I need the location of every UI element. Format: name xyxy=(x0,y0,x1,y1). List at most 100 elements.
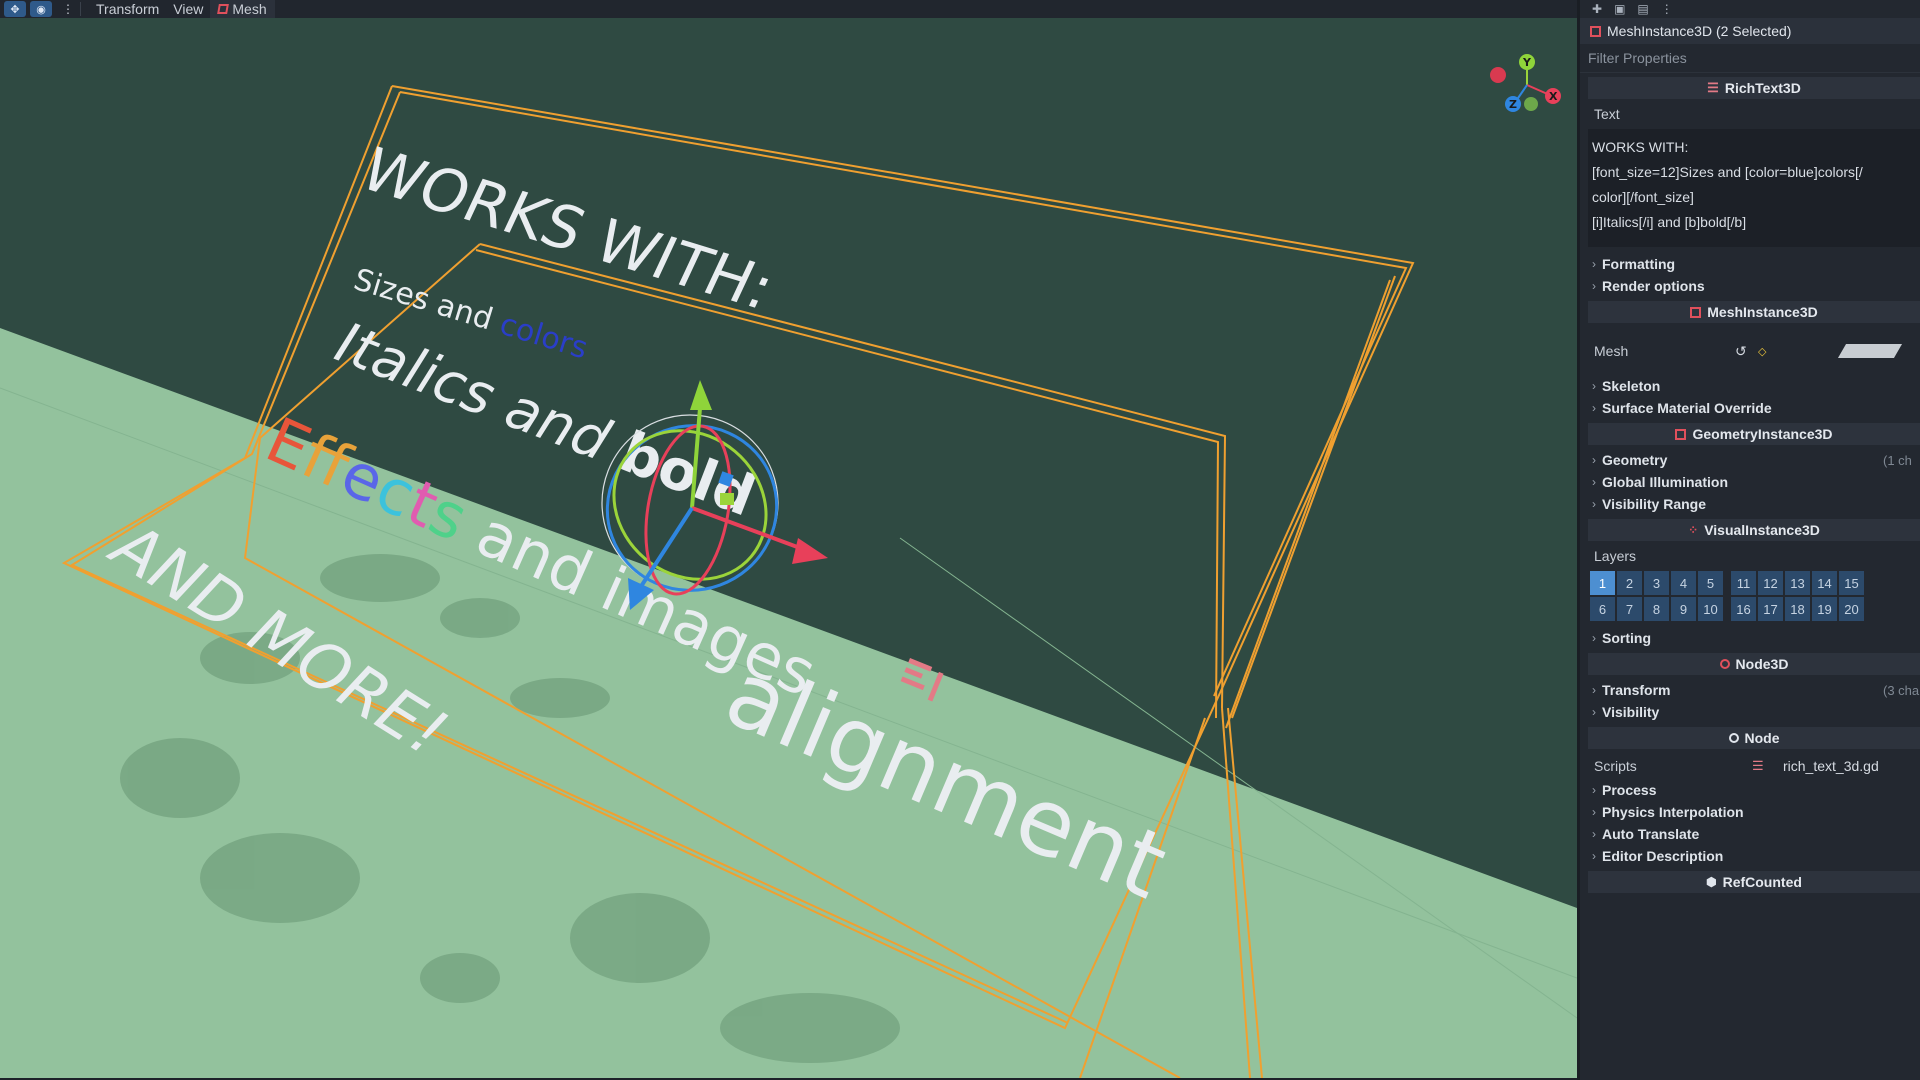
more-options-icon[interactable]: ⋮ xyxy=(62,2,74,16)
chevron-right-icon: › xyxy=(1592,379,1596,393)
layer-toggle[interactable]: 12 xyxy=(1758,571,1783,595)
category-transform[interactable]: › Transform (3 cha xyxy=(1580,679,1920,701)
view-menu[interactable]: View xyxy=(166,0,210,18)
layer-toggle[interactable]: 13 xyxy=(1785,571,1810,595)
new-resource-icon[interactable]: ✚ xyxy=(1592,2,1602,16)
layer-toggle[interactable]: 6 xyxy=(1590,597,1615,621)
z-axis-label: Z xyxy=(1509,98,1517,111)
viewport-toolbar: ✥ ◉ ⋮ Transform View Mesh xyxy=(0,0,1577,18)
layers-spacer xyxy=(1725,571,1729,595)
layer-toggle[interactable]: 3 xyxy=(1644,571,1669,595)
load-resource-icon[interactable]: ▣ xyxy=(1614,2,1625,16)
text-line: [i]Italics[/i] and [b]bold[/b] xyxy=(1592,214,1747,230)
chevron-right-icon: › xyxy=(1592,827,1596,841)
chevron-right-icon: › xyxy=(1592,631,1596,645)
section-refcounted: ⬢ RefCounted xyxy=(1588,871,1920,893)
category-geometry[interactable]: › Geometry (1 ch xyxy=(1580,449,1920,471)
scripts-property: Scripts ☰ rich_text_3d.gd xyxy=(1594,758,1879,774)
category-process[interactable]: › Process xyxy=(1580,779,1920,801)
layer-toggle[interactable]: 17 xyxy=(1758,597,1783,621)
filter-placeholder: Filter Properties xyxy=(1588,50,1687,66)
meshinstance-icon xyxy=(1690,306,1702,318)
richtext-icon: ☰ xyxy=(1707,80,1719,95)
category-global-illumination[interactable]: › Global Illumination xyxy=(1580,471,1920,493)
category-skeleton[interactable]: › Skeleton xyxy=(1580,375,1920,397)
geometryinstance-icon xyxy=(1675,428,1687,440)
transform-changes-note: (3 cha xyxy=(1883,682,1920,698)
refcounted-icon: ⬢ xyxy=(1706,875,1717,889)
category-formatting[interactable]: › Formatting xyxy=(1580,253,1920,275)
text-line: [font_size=12]Sizes and [color=blue]colo… xyxy=(1592,164,1863,180)
chevron-right-icon: › xyxy=(1592,805,1596,819)
chevron-right-icon: › xyxy=(1592,849,1596,863)
local-space-button[interactable]: ◉ xyxy=(30,1,52,17)
inspector-title: MeshInstance3D (2 Selected) xyxy=(1607,23,1792,39)
chevron-right-icon: › xyxy=(1592,257,1596,271)
layer-toggle[interactable]: 2 xyxy=(1617,571,1642,595)
category-auto-translate[interactable]: › Auto Translate xyxy=(1580,823,1920,845)
chevron-right-icon: › xyxy=(1592,497,1596,511)
text-line: color][/font_size] xyxy=(1592,189,1694,205)
visualinstance-icon: ⁘ xyxy=(1688,523,1699,537)
inspector-options-icon[interactable]: ⋮ xyxy=(1661,2,1673,16)
layer-toggle[interactable]: 15 xyxy=(1839,571,1864,595)
section-richtext3d: ☰ RichText3D xyxy=(1588,77,1920,99)
category-sorting[interactable]: › Sorting xyxy=(1580,627,1920,649)
text-property-label: Text xyxy=(1594,106,1620,122)
text-property-editor[interactable]: WORKS WITH: [font_size=12]Sizes and [col… xyxy=(1588,129,1920,247)
inspector-toolbar: ✚ ▣ ▤ ⋮ xyxy=(1580,0,1920,18)
chevron-right-icon: › xyxy=(1592,279,1596,293)
section-visualinstance3d: ⁘ VisualInstance3D xyxy=(1588,519,1920,541)
orientation-gizmo[interactable]: Y X Z xyxy=(1490,54,1561,112)
mesh-icon xyxy=(217,4,230,14)
chevron-right-icon: › xyxy=(1592,401,1596,415)
3d-viewport[interactable]: WORKS WITH: Sizes and colors Italics and… xyxy=(0,18,1577,1078)
layers-property-label: Layers xyxy=(1594,548,1637,564)
meshinstance-icon xyxy=(1590,25,1601,37)
layer-toggle[interactable]: 20 xyxy=(1839,597,1864,621)
node-icon xyxy=(1728,733,1739,743)
inspector-object-header[interactable]: MeshInstance3D (2 Selected) xyxy=(1580,18,1920,44)
section-geometryinstance3d: GeometryInstance3D xyxy=(1588,423,1920,445)
category-visibility[interactable]: › Visibility xyxy=(1580,701,1920,723)
viewport-scene: WORKS WITH: Sizes and colors Italics and… xyxy=(0,54,1577,1078)
chevron-right-icon: › xyxy=(1592,783,1596,797)
section-node: Node xyxy=(1588,727,1920,749)
layer-toggle[interactable]: 19 xyxy=(1812,597,1837,621)
layer-toggle[interactable]: 8 xyxy=(1644,597,1669,621)
category-visibility-range[interactable]: › Visibility Range xyxy=(1580,493,1920,515)
category-editor-description[interactable]: › Editor Description xyxy=(1580,845,1920,867)
mesh-resource-menu-icon[interactable]: ◇ xyxy=(1758,345,1766,358)
layer-toggle[interactable]: 11 xyxy=(1731,571,1756,595)
move-tool-button[interactable]: ✥ xyxy=(4,1,26,17)
filter-properties-input[interactable]: Filter Properties xyxy=(1580,44,1920,73)
category-render-options[interactable]: › Render options xyxy=(1580,275,1920,297)
chevron-right-icon: › xyxy=(1592,475,1596,489)
mesh-property: Mesh ↺ ◇ xyxy=(1580,327,1920,375)
y-axis-label: Y xyxy=(1522,56,1532,69)
section-node3d: Node3D xyxy=(1588,653,1920,675)
chevron-right-icon: › xyxy=(1592,453,1596,467)
revert-icon[interactable]: ↺ xyxy=(1735,343,1747,360)
section-meshinstance3d: MeshInstance3D xyxy=(1588,301,1920,323)
transform-menu[interactable]: Transform xyxy=(89,0,166,18)
layer-toggle[interactable]: 7 xyxy=(1617,597,1642,621)
layer-toggle[interactable]: 1 xyxy=(1590,571,1615,595)
layers-grid: 1 2 3 4 5 11 12 13 14 15 6 7 8 9 10 16 1… xyxy=(1590,571,1920,621)
mesh-menu[interactable]: Mesh xyxy=(210,0,275,18)
layer-toggle[interactable]: 5 xyxy=(1698,571,1723,595)
save-resource-icon[interactable]: ▤ xyxy=(1637,2,1648,16)
layer-toggle[interactable]: 9 xyxy=(1671,597,1696,621)
layer-toggle[interactable]: 18 xyxy=(1785,597,1810,621)
chevron-right-icon: › xyxy=(1592,683,1596,697)
mesh-preview[interactable] xyxy=(1837,344,1903,358)
layer-toggle[interactable]: 10 xyxy=(1698,597,1723,621)
layer-toggle[interactable]: 14 xyxy=(1812,571,1837,595)
category-physics-interpolation[interactable]: › Physics Interpolation xyxy=(1580,801,1920,823)
layer-toggle[interactable]: 16 xyxy=(1731,597,1756,621)
category-surface-material-override[interactable]: › Surface Material Override xyxy=(1580,397,1920,419)
layer-toggle[interactable]: 4 xyxy=(1671,571,1696,595)
layers-spacer xyxy=(1725,597,1729,621)
chevron-right-icon: › xyxy=(1592,705,1596,719)
script-file-value[interactable]: rich_text_3d.gd xyxy=(1783,758,1879,774)
